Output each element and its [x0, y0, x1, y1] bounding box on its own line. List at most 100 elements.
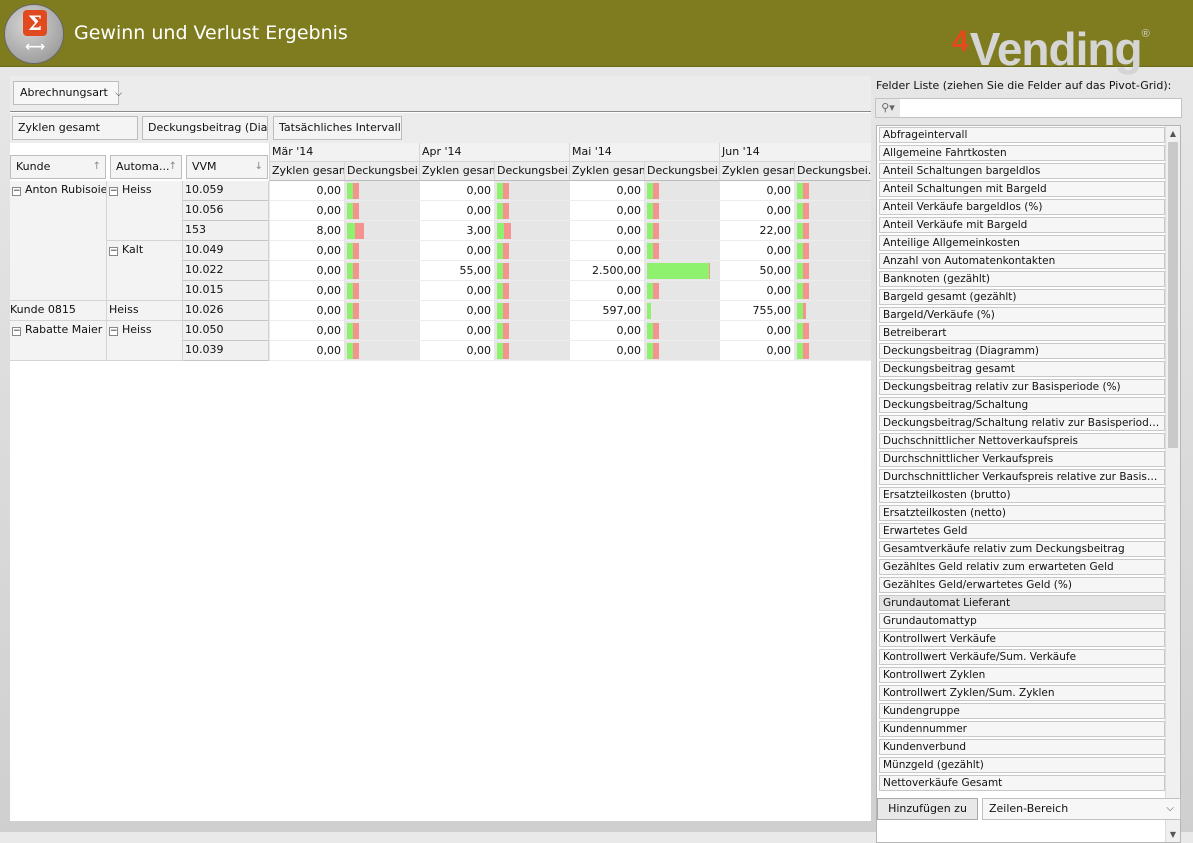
field-list-item[interactable]: Anzahl von Automatenkontakten — [879, 253, 1165, 269]
field-list-item[interactable]: Kundenverbund — [879, 739, 1165, 755]
field-list-item[interactable]: Deckungsbeitrag/Schaltung — [879, 397, 1165, 413]
value-cell[interactable]: 0,00 — [719, 281, 794, 301]
value-cell[interactable]: 0,00 — [719, 201, 794, 221]
value-cell[interactable]: 597,00 — [569, 301, 644, 321]
row-header-vvm[interactable]: 10.015 — [183, 281, 269, 301]
value-cell[interactable]: 0,00 — [419, 281, 494, 301]
search-icon[interactable]: ⚲▾ — [876, 99, 900, 117]
field-list-item[interactable]: Allgemeine Fahrtkosten — [879, 145, 1165, 161]
value-cell[interactable]: 0,00 — [269, 241, 344, 261]
measure-header-deckungsbeitrag[interactable]: Deckungsbei... — [344, 162, 419, 181]
row-header-customer[interactable]: − Rabatte Maier — [10, 321, 107, 361]
value-cell[interactable]: 0,00 — [569, 341, 644, 361]
bar-cell[interactable] — [494, 261, 569, 281]
value-cell[interactable]: 55,00 — [419, 261, 494, 281]
bar-cell[interactable] — [644, 321, 719, 341]
month-header[interactable]: Apr '14 — [419, 143, 569, 162]
field-list-item[interactable]: Betreiberart — [879, 325, 1165, 341]
field-list-item[interactable]: Deckungsbeitrag (Diagramm) — [879, 343, 1165, 359]
bar-cell[interactable] — [344, 341, 419, 361]
value-cell[interactable]: 0,00 — [269, 261, 344, 281]
row-field-vvm[interactable]: VVM ↓ — [186, 155, 268, 179]
row-field-kunde[interactable]: Kunde ↑ — [10, 155, 106, 179]
field-list-item[interactable]: Gezähltes Geld relativ zum erwarteten Ge… — [879, 559, 1165, 575]
area-select[interactable]: Zeilen-Bereich ⌵ — [982, 798, 1181, 820]
field-list-item[interactable]: Ersatzteilkosten (brutto) — [879, 487, 1165, 503]
value-cell[interactable]: 0,00 — [719, 321, 794, 341]
value-cell[interactable]: 0,00 — [569, 241, 644, 261]
field-list-item[interactable]: Deckungsbeitrag relativ zur Basisperiode… — [879, 379, 1165, 395]
field-list-item[interactable]: Deckungsbeitrag gesamt — [879, 361, 1165, 377]
bar-cell[interactable] — [644, 201, 719, 221]
value-cell[interactable]: 0,00 — [569, 281, 644, 301]
field-list-scrollbar[interactable]: ▲ ▼ — [1165, 126, 1180, 842]
field-list-item[interactable]: Kundennummer — [879, 721, 1165, 737]
field-list-item[interactable]: Kundengruppe — [879, 703, 1165, 719]
scroll-thumb[interactable] — [1168, 142, 1178, 448]
row-field-automat[interactable]: Automa... ↑ — [110, 155, 182, 179]
bar-cell[interactable] — [794, 281, 871, 301]
bar-cell[interactable] — [344, 181, 419, 201]
measure-header-deckungsbeitrag[interactable]: Deckungsbei... — [794, 162, 871, 181]
value-cell[interactable]: 0,00 — [719, 181, 794, 201]
row-header-customer[interactable]: Kunde 0815 — [10, 301, 107, 321]
field-list-item[interactable]: Kontrollwert Zyklen/Sum. Zyklen — [879, 685, 1165, 701]
value-cell[interactable]: 0,00 — [419, 181, 494, 201]
field-list-item[interactable]: Erwartetes Geld — [879, 523, 1165, 539]
value-cell[interactable]: 0,00 — [719, 341, 794, 361]
row-header-vvm[interactable]: 10.022 — [183, 261, 269, 281]
field-list-item[interactable]: Durchschnittlicher Verkaufspreis — [879, 451, 1165, 467]
field-list-item[interactable]: Ersatzteilkosten (netto) — [879, 505, 1165, 521]
field-search-input[interactable]: ⚲▾ — [875, 98, 1182, 118]
row-header-vvm[interactable]: 10.039 — [183, 341, 269, 361]
field-list-item[interactable]: Grundautomat Lieferant — [879, 595, 1165, 611]
value-cell[interactable]: 0,00 — [419, 301, 494, 321]
measure-header-deckungsbeitrag[interactable]: Deckungsbei... — [644, 162, 719, 181]
row-header-vvm[interactable]: 153 — [183, 221, 269, 241]
field-list-item[interactable]: Banknoten (gezählt) — [879, 271, 1165, 287]
bar-cell[interactable] — [344, 301, 419, 321]
bar-cell[interactable] — [344, 261, 419, 281]
bar-cell[interactable] — [494, 321, 569, 341]
row-header-vvm[interactable]: 10.049 — [183, 241, 269, 261]
collapse-icon[interactable]: − — [109, 327, 118, 336]
measure-header-zyklen[interactable]: Zyklen gesamt — [719, 162, 794, 181]
bar-cell[interactable] — [644, 341, 719, 361]
field-list-item[interactable]: Anteil Verkäufe bargeldlos (%) — [879, 199, 1165, 215]
measure-header-deckungsbeitrag[interactable]: Deckungsbei... — [494, 162, 569, 181]
bar-cell[interactable] — [644, 281, 719, 301]
value-cell[interactable]: 0,00 — [269, 201, 344, 221]
month-header[interactable]: Mär '14 — [269, 143, 419, 162]
bar-cell[interactable] — [494, 301, 569, 321]
collapse-icon[interactable]: − — [12, 187, 21, 196]
collapse-icon[interactable]: − — [12, 327, 21, 336]
bar-cell[interactable] — [494, 281, 569, 301]
bar-cell[interactable] — [344, 201, 419, 221]
measure-header-zyklen[interactable]: Zyklen gesamt — [569, 162, 644, 181]
field-list-item[interactable]: Grundautomattyp — [879, 613, 1165, 629]
field-list-item[interactable]: Anteil Schaltungen mit Bargeld — [879, 181, 1165, 197]
bar-cell[interactable] — [794, 321, 871, 341]
value-cell[interactable]: 0,00 — [269, 321, 344, 341]
row-header-automat[interactable]: − Heiss — [107, 181, 183, 241]
field-list-item[interactable]: Bargeld/Verkäufe (%) — [879, 307, 1165, 323]
bar-cell[interactable] — [494, 201, 569, 221]
field-list-item[interactable]: Duchschnittlicher Nettoverkaufspreis — [879, 433, 1165, 449]
bar-cell[interactable] — [644, 221, 719, 241]
bar-cell[interactable] — [344, 321, 419, 341]
bar-cell[interactable] — [344, 241, 419, 261]
bar-cell[interactable] — [494, 341, 569, 361]
row-header-automat[interactable]: − Heiss — [107, 321, 183, 361]
collapse-icon[interactable]: − — [109, 187, 118, 196]
data-field-zyklen[interactable]: Zyklen gesamt — [12, 116, 138, 140]
value-cell[interactable]: 50,00 — [719, 261, 794, 281]
bar-cell[interactable] — [794, 181, 871, 201]
value-cell[interactable]: 0,00 — [419, 201, 494, 221]
field-list-item[interactable]: Kontrollwert Verkäufe — [879, 631, 1165, 647]
field-list-item[interactable]: Deckungsbeitrag/Schaltung relativ zur Ba… — [879, 415, 1165, 431]
bar-cell[interactable] — [794, 241, 871, 261]
value-cell[interactable]: 0,00 — [269, 341, 344, 361]
bar-cell[interactable] — [494, 241, 569, 261]
value-cell[interactable]: 0,00 — [569, 221, 644, 241]
value-cell[interactable]: 0,00 — [419, 321, 494, 341]
